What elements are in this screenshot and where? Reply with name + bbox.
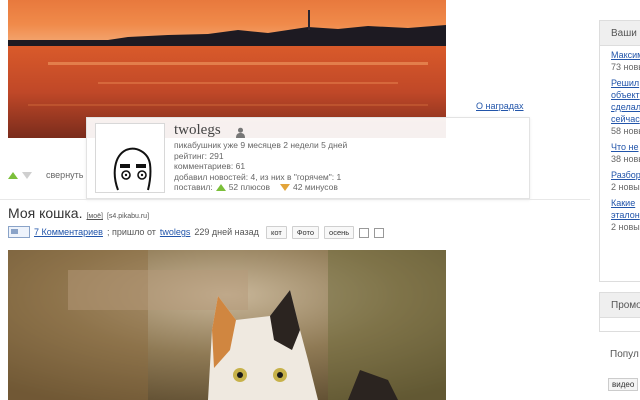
post-title[interactable]: Моя кошка. — [8, 205, 82, 221]
item-link[interactable]: Что не — [611, 142, 639, 152]
minus-count: 42 минусов — [293, 182, 338, 192]
post-time: 229 дней назад — [194, 227, 259, 237]
list-item: Что не 38 новы — [611, 141, 640, 165]
awards-link[interactable]: О наградах — [476, 101, 524, 111]
video-tag-button[interactable]: видео — [608, 378, 639, 391]
cat-photo — [8, 250, 446, 400]
vote-up-icon[interactable] — [8, 171, 18, 179]
comments-icon[interactable] — [8, 226, 30, 238]
list-item: Разбор 2 новых — [611, 169, 640, 193]
item-count: 58 новы — [611, 126, 640, 136]
tag-list: кот Фото осень — [266, 226, 385, 239]
divider — [0, 199, 590, 200]
tag-button[interactable]: кот — [266, 226, 287, 239]
tag-button[interactable]: Фото — [291, 226, 320, 239]
promo-title: Промо — [600, 293, 640, 318]
item-link[interactable]: Какие эталон — [611, 197, 640, 221]
account-age: пикабушник уже 9 месяцев 2 недели 5 дней — [174, 140, 348, 150]
save-icon[interactable] — [359, 227, 370, 238]
avatar — [95, 123, 165, 193]
item-count: 2 новых — [611, 222, 640, 232]
collapse-link[interactable]: свернуть — [46, 170, 83, 180]
my-tag[interactable]: [моё] — [86, 213, 103, 220]
post-header: Моя кошка. [моё] [s4.pikabu.ru] — [8, 205, 149, 221]
subscriptions-panel: Ваши с Максим 73 новы Решил объект сдела… — [599, 20, 640, 282]
source-domain: [s4.pikabu.ru] — [106, 213, 150, 220]
item-count: 73 новы — [611, 62, 640, 72]
from-text: ; пришло от — [106, 227, 156, 237]
item-count: 38 новы — [611, 154, 640, 164]
plus-icon — [215, 184, 226, 192]
promo-panel: Промо — [599, 292, 640, 332]
popular-title: Попул — [610, 349, 639, 360]
user-news: добавил новостей: 4, из них в "горячем":… — [174, 171, 342, 182]
minus-icon — [280, 184, 291, 192]
vote-down-icon[interactable] — [22, 171, 32, 179]
list-item: Максим 73 новы — [611, 49, 640, 73]
comments-link[interactable]: 7 Комментариев — [34, 227, 103, 237]
item-link[interactable]: Решил объект сделал сейчас — [611, 77, 640, 125]
panel-title: Ваши с — [600, 21, 640, 46]
tag-button[interactable]: осень — [324, 226, 355, 239]
votes-label: поставил: — [174, 182, 213, 192]
user-stats: пикабушник уже 9 месяцев 2 недели 5 дней… — [174, 140, 347, 193]
list-item: Какие эталон 2 новых — [611, 197, 640, 233]
vote-bar: свернуть — [8, 170, 83, 180]
user-rating: рейтинг: 291 — [174, 150, 224, 161]
plus-count: 52 плюсов — [228, 182, 271, 192]
list-item: Решил объект сделал сейчас 58 новы — [611, 77, 640, 137]
user-info-popup: twolegs пикабушник уже 9 месяцев 2 недел… — [86, 117, 530, 199]
user-comments: комментариев: 61 — [174, 161, 246, 171]
author-link[interactable]: twolegs — [160, 227, 191, 237]
item-link[interactable]: Разбор — [611, 170, 640, 180]
item-count: 2 новых — [611, 182, 640, 192]
user-votes: поставил: 52 плюсов 42 минусов — [174, 182, 347, 193]
post-meta: 7 Комментариев ; пришло от twolegs 229 д… — [8, 226, 259, 238]
add-tag-icon[interactable] — [374, 227, 385, 238]
item-link[interactable]: Максим — [611, 50, 640, 60]
subscriptions-list: Максим 73 новы Решил объект сделал сейча… — [600, 46, 640, 233]
popup-username[interactable]: twolegs — [174, 122, 221, 139]
